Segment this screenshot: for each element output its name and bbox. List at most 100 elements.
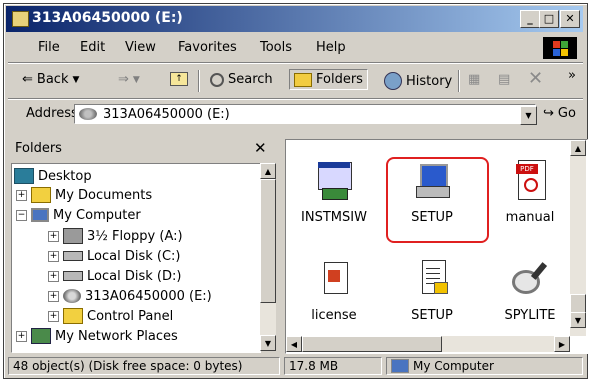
history-label: History <box>406 73 453 89</box>
menu-edit[interactable]: Edit <box>80 40 105 55</box>
files-vertical-scrollbar[interactable]: ▲ ▼ <box>570 140 586 336</box>
files-horizontal-scrollbar[interactable]: ◀ ▶ <box>286 336 570 352</box>
address-dropdown-button[interactable]: ▼ <box>520 106 537 125</box>
folders-icon <box>294 72 312 87</box>
file-item[interactable]: SPYLITE <box>490 258 570 323</box>
forward-dropdown-icon: ▼ <box>132 74 140 85</box>
status-size: 17.8 MB <box>284 357 382 375</box>
status-zone: My Computer <box>413 359 494 373</box>
toolbar-overflow-button[interactable]: » <box>568 68 576 83</box>
tree-item-floppy[interactable]: + 3½ Floppy (A:) <box>48 226 183 246</box>
folders-pane-close-button[interactable]: ✕ <box>254 139 267 157</box>
explorer-window: 313A06450000 (E:) _ □ ✕ File Edit View F… <box>3 3 588 379</box>
magnifier-icon <box>510 258 550 298</box>
menu-bar: File Edit View Favorites Tools Help <box>8 35 583 61</box>
status-objects: 48 object(s) (Disk free space: 0 bytes) <box>8 357 280 375</box>
status-zone-panel: My Computer <box>386 357 583 375</box>
up-folder-button[interactable]: ↑ <box>170 72 188 86</box>
search-label: Search <box>228 72 273 87</box>
scroll-thumb[interactable] <box>302 336 442 352</box>
search-button[interactable]: Search <box>210 72 273 87</box>
address-label: Address <box>26 106 78 121</box>
expand-plus-icon[interactable]: + <box>16 189 27 201</box>
expand-plus-icon[interactable]: + <box>48 250 59 262</box>
delete-icon: ✕ <box>528 68 544 89</box>
address-input[interactable]: 313A06450000 (E:) <box>74 104 536 124</box>
tree-item-my-documents[interactable]: + My Documents <box>16 185 152 205</box>
file-item[interactable]: PDF manual <box>490 160 570 225</box>
search-icon <box>210 72 224 87</box>
pdf-icon: PDF <box>510 160 550 200</box>
up-folder-icon: ↑ <box>170 72 188 86</box>
expand-plus-icon[interactable]: + <box>16 330 27 342</box>
menu-favorites[interactable]: Favorites <box>178 40 237 55</box>
file-item[interactable]: SETUP <box>392 258 472 323</box>
scroll-left-button[interactable]: ◀ <box>286 336 302 352</box>
tree-item-cd-drive-e[interactable]: + 313A06450000 (E:) <box>48 286 212 306</box>
go-button[interactable]: ↪ Go <box>543 106 576 121</box>
scroll-down-button[interactable]: ▼ <box>570 312 586 328</box>
status-bar: 48 object(s) (Disk free space: 0 bytes) … <box>8 356 583 376</box>
tree-vertical-scrollbar[interactable]: ▲ ▼ <box>260 163 276 351</box>
expand-plus-icon[interactable]: + <box>48 270 59 282</box>
window-title: 313A06450000 (E:) <box>32 10 183 26</box>
folders-pane-title: Folders <box>15 141 62 156</box>
close-button[interactable]: ✕ <box>560 10 580 28</box>
menu-tools[interactable]: Tools <box>260 40 292 55</box>
network-places-icon <box>31 328 51 344</box>
tree-item-local-disk-d[interactable]: + Local Disk (D:) <box>48 266 181 286</box>
my-documents-icon <box>31 187 51 203</box>
file-item[interactable]: license <box>294 258 374 323</box>
cd-drive-icon <box>63 289 81 303</box>
setup-computer-icon <box>412 160 452 200</box>
hard-disk-icon <box>63 251 83 261</box>
windows-logo-icon <box>543 37 577 59</box>
file-item-setup-exe[interactable]: SETUP <box>392 160 472 225</box>
scroll-thumb[interactable] <box>570 294 586 314</box>
scroll-down-button[interactable]: ▼ <box>260 335 276 351</box>
collapse-minus-icon[interactable]: − <box>16 209 27 221</box>
menu-help[interactable]: Help <box>316 40 346 55</box>
folders-pane-header: Folders ✕ <box>9 137 279 159</box>
title-bar[interactable]: 313A06450000 (E:) _ □ ✕ <box>6 6 583 32</box>
standard-toolbar: ⇐ Back ▼ ⇒ ▼ ↑ Search Folders History ▦ <box>8 64 583 98</box>
folders-button[interactable]: Folders <box>289 69 368 90</box>
minimize-button[interactable]: _ <box>520 10 540 28</box>
forward-button[interactable]: ⇒ ▼ <box>118 72 140 87</box>
folders-label: Folders <box>316 72 363 87</box>
maximize-button[interactable]: □ <box>539 10 559 28</box>
scroll-thumb[interactable] <box>260 179 276 303</box>
scroll-up-button[interactable]: ▲ <box>570 140 586 156</box>
address-value: 313A06450000 (E:) <box>103 106 230 122</box>
scroll-up-button[interactable]: ▲ <box>260 163 276 179</box>
move-to-button[interactable]: ▦ <box>468 72 480 87</box>
file-item[interactable]: INSTMSIW <box>294 160 374 225</box>
delete-button[interactable]: ✕ <box>528 68 543 89</box>
installer-icon <box>314 160 354 200</box>
tree-item-desktop[interactable]: Desktop <box>14 166 92 186</box>
back-button[interactable]: ⇐ Back ▼ <box>22 72 79 87</box>
chevron-right-icon: » <box>568 68 576 83</box>
tree-item-my-computer[interactable]: − My Computer <box>16 205 141 225</box>
my-computer-icon <box>31 208 49 222</box>
back-arrow-icon: ⇐ <box>22 72 33 87</box>
tree-item-my-network-places[interactable]: + My Network Places <box>16 326 178 346</box>
folder-tree: Desktop + My Documents − My Computer + 3… <box>11 163 261 353</box>
expand-plus-icon[interactable]: + <box>48 230 59 242</box>
move-to-icon: ▦ <box>468 72 481 87</box>
history-button[interactable]: History <box>384 72 452 90</box>
license-document-icon <box>314 258 354 298</box>
copy-to-button[interactable]: ▤ <box>498 72 510 87</box>
menu-file[interactable]: File <box>38 40 60 55</box>
tree-item-control-panel[interactable]: + Control Panel <box>48 306 173 326</box>
control-panel-icon <box>63 308 83 324</box>
expand-plus-icon[interactable]: + <box>48 290 59 302</box>
menu-view[interactable]: View <box>125 40 156 55</box>
expand-plus-icon[interactable]: + <box>48 310 59 322</box>
tree-item-local-disk-c[interactable]: + Local Disk (C:) <box>48 246 180 266</box>
copy-to-icon: ▤ <box>498 72 511 87</box>
folders-pane: Folders ✕ Desktop + My Documents − My Co… <box>9 137 279 353</box>
history-icon <box>384 72 402 90</box>
scroll-right-button[interactable]: ▶ <box>554 336 570 352</box>
back-dropdown-icon: ▼ <box>72 74 80 85</box>
